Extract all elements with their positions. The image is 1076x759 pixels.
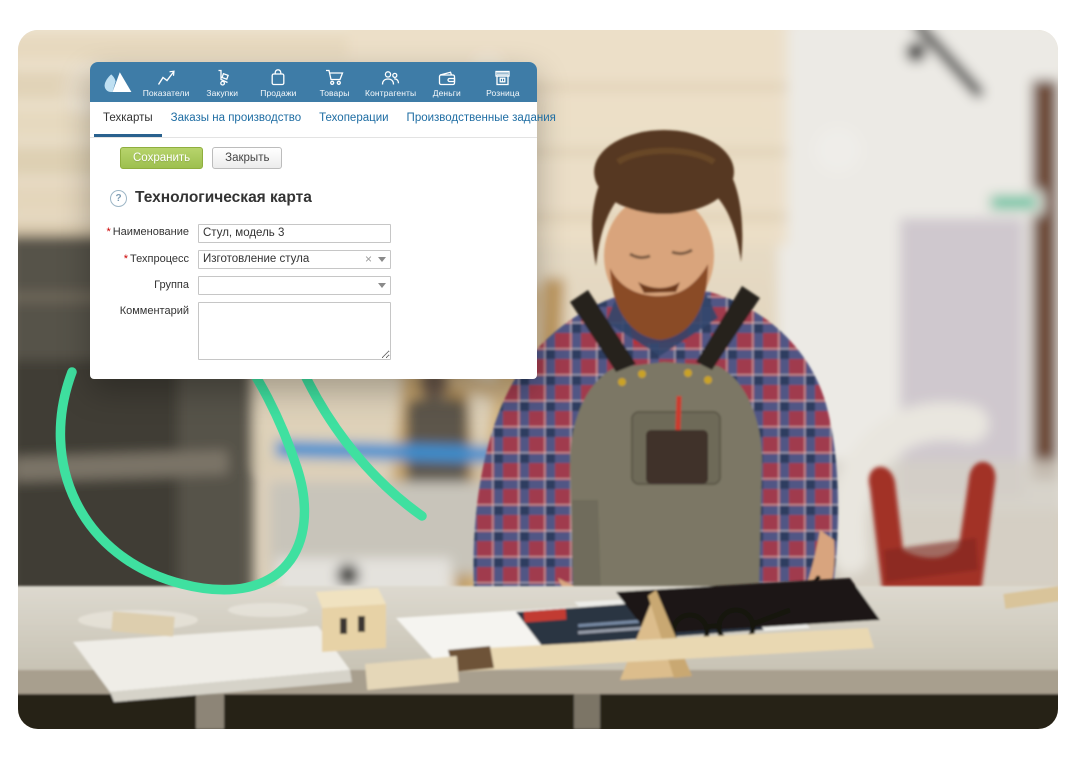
storefront-icon	[494, 69, 511, 86]
moysklad-logo[interactable]	[98, 62, 138, 102]
nav-item-contractors[interactable]: Контрагенты	[363, 62, 419, 102]
name-field-label: *Наименование	[101, 223, 189, 238]
people-icon	[381, 69, 400, 86]
page-title: Технологическая карта	[135, 189, 312, 207]
techcard-form: *Наименование *Техпроцесс Изготовление с…	[120, 223, 537, 365]
tab-techcards[interactable]: Техкарты	[94, 102, 162, 137]
name-input[interactable]	[198, 224, 391, 243]
nav-item-money[interactable]: Деньги	[419, 62, 475, 102]
tab-techoperations[interactable]: Техоперации	[310, 102, 397, 137]
nav-item-purchases[interactable]: Закупки	[194, 62, 250, 102]
toolbar: Сохранить Закрыть	[120, 147, 537, 169]
chart-icon	[157, 69, 176, 86]
close-button[interactable]: Закрыть	[212, 147, 282, 169]
comment-field-label: Комментарий	[101, 302, 189, 317]
help-icon[interactable]: ?	[110, 190, 127, 207]
editor-content: Сохранить Закрыть ? Технологическая карт…	[90, 138, 537, 379]
section-tabs: Техкарты Заказы на производство Техопера…	[90, 102, 537, 138]
nav-item-retail[interactable]: Розница	[475, 62, 531, 102]
nav-item-label: Показатели	[143, 88, 190, 98]
required-marker: *	[124, 253, 128, 265]
tab-production-orders[interactable]: Заказы на производство	[162, 102, 311, 137]
form-row-comment: Комментарий	[120, 302, 537, 365]
nav-item-label: Продажи	[260, 88, 296, 98]
form-row-name: *Наименование	[120, 223, 537, 243]
techprocess-value: Изготовление стула	[203, 253, 365, 265]
nav-items: Показатели Закупки Продажи	[138, 62, 531, 102]
clear-icon[interactable]: ×	[365, 253, 372, 265]
main-navbar: Показатели Закупки Продажи	[90, 62, 537, 102]
techprocess-combobox[interactable]: Изготовление стула ×	[198, 250, 391, 269]
comment-textarea[interactable]	[198, 302, 391, 360]
moysklad-logo-icon	[103, 71, 133, 93]
dropdown-arrow-icon[interactable]	[378, 283, 386, 288]
required-marker: *	[106, 226, 110, 238]
app-window: Показатели Закупки Продажи	[90, 62, 537, 379]
group-field-label: Группа	[101, 276, 189, 291]
title-row: ? Технологическая карта	[110, 189, 537, 207]
nav-item-indicators[interactable]: Показатели	[138, 62, 194, 102]
shopping-bag-icon	[270, 69, 286, 86]
save-button[interactable]: Сохранить	[120, 147, 203, 169]
form-row-techprocess: *Техпроцесс Изготовление стула ×	[120, 250, 537, 269]
techprocess-field-label: *Техпроцесс	[101, 250, 189, 265]
nav-item-goods[interactable]: Товары	[306, 62, 362, 102]
nav-item-label: Закупки	[206, 88, 238, 98]
nav-item-sales[interactable]: Продажи	[250, 62, 306, 102]
screenshot-canvas: Показатели Закупки Продажи	[0, 0, 1076, 759]
dropdown-arrow-icon[interactable]	[378, 257, 386, 262]
nav-item-label: Розница	[486, 88, 520, 98]
group-select[interactable]	[198, 276, 391, 295]
nav-item-label: Деньги	[433, 88, 461, 98]
nav-item-label: Контрагенты	[365, 88, 416, 98]
form-row-group: Группа	[120, 276, 537, 295]
nav-item-label: Товары	[320, 88, 350, 98]
shopping-cart-icon	[325, 69, 344, 86]
wallet-icon	[438, 69, 456, 86]
tab-production-tasks[interactable]: Производственные задания	[398, 102, 565, 137]
handtruck-icon	[214, 69, 231, 86]
